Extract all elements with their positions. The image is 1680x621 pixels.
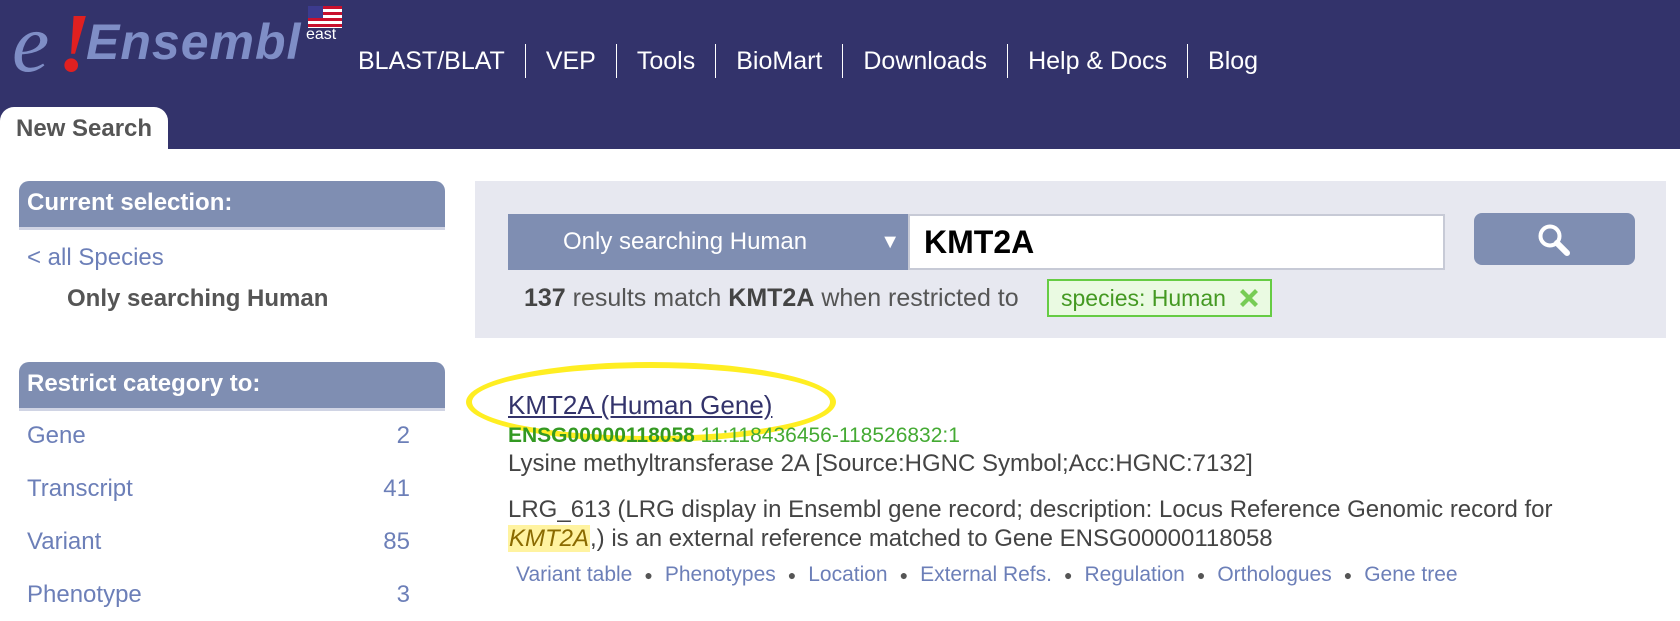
dropdown-arrow-icon: ▼: [880, 231, 900, 253]
results-summary: 137 results match KMT2A when restricted …: [524, 284, 1019, 313]
sublink-orthologues[interactable]: Orthologues: [1217, 563, 1331, 587]
remove-filter-icon[interactable]: [1236, 285, 1262, 311]
nav-vep[interactable]: VEP: [524, 44, 616, 78]
category-phenotype[interactable]: Phenotype 3: [27, 581, 410, 621]
nav-blast[interactable]: BLAST/BLAT: [358, 44, 525, 78]
category-count: 3: [396, 581, 410, 608]
nav-downloads[interactable]: Downloads: [842, 44, 1007, 78]
restrict-category-title: Restrict category to:: [27, 370, 261, 397]
masthead: e ! Ensembl east BLAST/BLAT VEP Tools Bi…: [0, 0, 1680, 149]
us-flag-icon: [308, 6, 342, 28]
search-button[interactable]: [1474, 213, 1635, 265]
results-count: 137: [524, 284, 566, 312]
tab-new-search[interactable]: New Search: [0, 107, 169, 149]
sublink-external-refs[interactable]: External Refs.: [920, 563, 1052, 587]
category-count: 2: [396, 422, 410, 449]
result-sublinks: Variant table ● Phenotypes ● Location ● …: [516, 563, 1458, 587]
category-count: 85: [383, 528, 410, 555]
current-species: Only searching Human: [67, 285, 329, 312]
result-description: Lysine methyltransferase 2A [Source:HGNC…: [508, 450, 1253, 477]
logo-word: Ensembl: [86, 14, 302, 70]
separator-dot: ●: [1196, 567, 1206, 583]
category-label[interactable]: Variant: [27, 528, 101, 568]
nav-biomart[interactable]: BioMart: [715, 44, 842, 78]
restrict-category-header: Restrict category to:: [19, 362, 445, 411]
category-label[interactable]: Transcript: [27, 475, 133, 515]
lrg-text: ,) is an external reference matched to G…: [590, 525, 1273, 552]
sublink-regulation[interactable]: Regulation: [1084, 563, 1184, 587]
sublink-variant-table[interactable]: Variant table: [516, 563, 632, 587]
top-nav: BLAST/BLAT VEP Tools BioMart Downloads H…: [358, 44, 1278, 78]
separator-dot: ●: [787, 567, 797, 583]
search-input[interactable]: KMT2A: [908, 214, 1445, 270]
result-stable-id[interactable]: ENSG00000118058: [508, 424, 695, 447]
current-selection-header: Current selection:: [19, 181, 445, 230]
current-selection-title: Current selection:: [27, 189, 233, 216]
logo-e: e: [12, 0, 50, 90]
species-select-label: Only searching Human: [563, 228, 808, 255]
nav-blog[interactable]: Blog: [1187, 44, 1278, 78]
filter-chip-label: species: Human: [1061, 285, 1226, 311]
separator-dot: ●: [644, 567, 653, 583]
results-text: when restricted to: [814, 284, 1019, 312]
all-species-link[interactable]: < all Species: [27, 244, 164, 272]
category-transcript[interactable]: Transcript 41: [27, 475, 410, 515]
category-variant[interactable]: Variant 85: [27, 528, 410, 568]
species-select[interactable]: Only searching Human ▼: [508, 214, 908, 270]
sublink-gene-tree[interactable]: Gene tree: [1364, 563, 1457, 587]
category-count: 41: [383, 475, 410, 502]
results-term: KMT2A: [728, 284, 815, 312]
region-label: east: [306, 26, 337, 43]
separator-dot: ●: [1063, 567, 1073, 583]
highlighted-term: KMT2A: [508, 525, 591, 552]
lrg-text: LRG_613 (LRG display in Ensembl gene rec…: [508, 496, 1553, 523]
result-location[interactable]: 11:118436456-118526832:1: [701, 424, 960, 447]
result-title-link[interactable]: KMT2A (Human Gene): [508, 390, 772, 421]
separator-dot: ●: [899, 567, 909, 583]
category-label[interactable]: Phenotype: [27, 581, 142, 621]
result-meta: ENSG00000118058 11:118436456-118526832:1: [508, 424, 960, 448]
nav-tools[interactable]: Tools: [615, 44, 715, 78]
result-lrg-text: LRG_613 (LRG display in Ensembl gene rec…: [508, 495, 1638, 553]
results-text: results match: [565, 284, 729, 312]
search-icon: [1538, 224, 1570, 256]
separator-dot: ●: [1343, 567, 1353, 583]
category-gene[interactable]: Gene 2: [27, 422, 410, 462]
sublink-location[interactable]: Location: [808, 563, 887, 587]
category-label[interactable]: Gene: [27, 422, 86, 462]
sublink-phenotypes[interactable]: Phenotypes: [665, 563, 776, 587]
species-filter-chip: species: Human: [1047, 279, 1272, 317]
nav-help-docs[interactable]: Help & Docs: [1007, 44, 1187, 78]
